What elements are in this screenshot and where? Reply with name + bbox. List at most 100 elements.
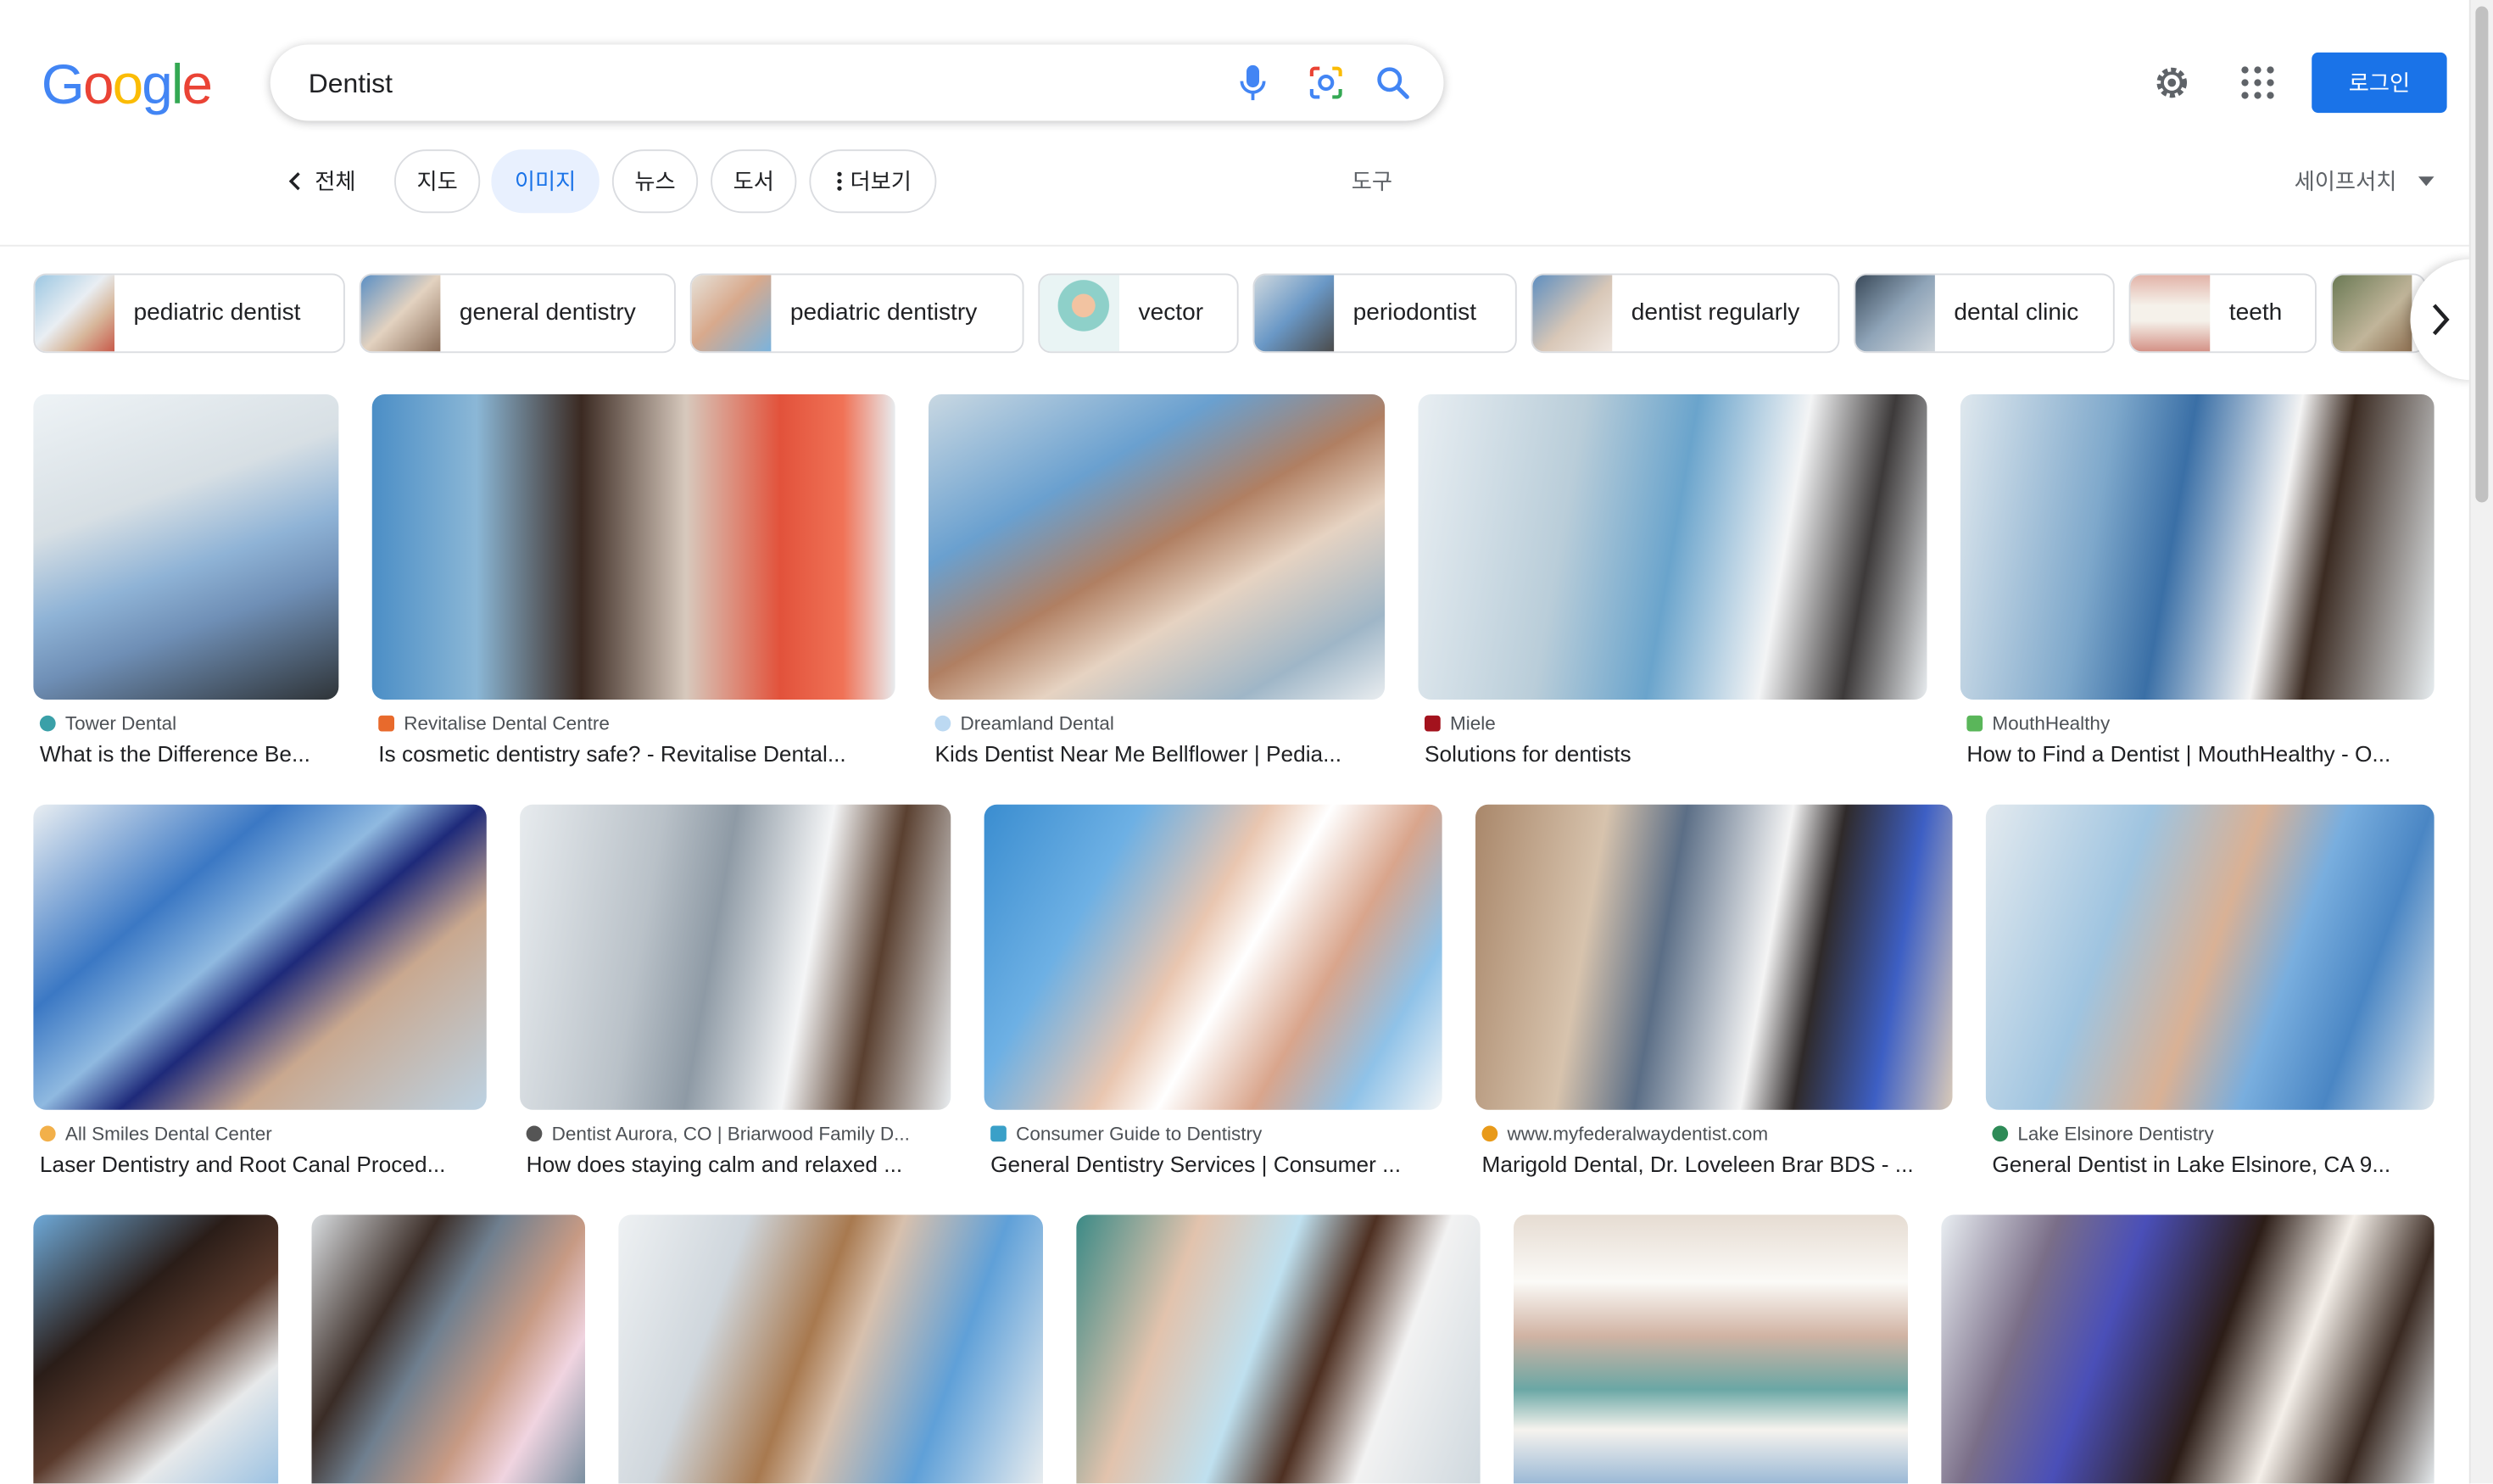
result-image[interactable] bbox=[1418, 394, 1927, 700]
settings-gear-icon[interactable] bbox=[2151, 62, 2193, 103]
logo-letter: o bbox=[82, 53, 114, 116]
chip-teeth[interactable]: teeth bbox=[2128, 273, 2317, 354]
chip-thumbnail bbox=[1855, 275, 1935, 352]
result-source[interactable]: Consumer Guide to Dentistry bbox=[990, 1123, 1262, 1145]
chip-label: dentist regularly bbox=[1631, 298, 1800, 326]
chip-label: pediatric dentist bbox=[133, 298, 301, 326]
chip-thumbnail bbox=[360, 275, 441, 352]
result-image[interactable] bbox=[33, 804, 487, 1110]
result-source[interactable]: Dreamland Dental bbox=[934, 712, 1114, 734]
login-button[interactable]: 로그인 bbox=[2312, 52, 2447, 114]
chip-dentist-regularly[interactable]: dentist regularly bbox=[1531, 273, 1840, 354]
tab-news[interactable]: 뉴스 bbox=[611, 149, 699, 214]
chip-periodontist[interactable]: periodontist bbox=[1252, 273, 1517, 354]
result-image[interactable] bbox=[33, 394, 339, 700]
result-source[interactable]: www.myfederalwaydentist.com bbox=[1481, 1123, 1768, 1145]
result-source[interactable]: Dentist Aurora, CO | Briarwood Family D.… bbox=[526, 1123, 910, 1145]
chevron-right-icon bbox=[2432, 304, 2450, 336]
google-logo[interactable]: Google bbox=[41, 53, 214, 118]
result-source[interactable]: Tower Dental bbox=[39, 712, 176, 734]
result-image[interactable] bbox=[1076, 1214, 1481, 1484]
favicon-icon bbox=[1425, 715, 1441, 732]
favicon-icon bbox=[1992, 1125, 2009, 1142]
tab-all[interactable]: 전체 bbox=[287, 149, 356, 213]
google-apps-icon[interactable] bbox=[2239, 64, 2277, 102]
result-title[interactable]: How to Find a Dentist | MouthHealthy - O… bbox=[1966, 741, 2434, 767]
favicon-icon bbox=[526, 1125, 543, 1142]
chip-label: vector bbox=[1138, 298, 1204, 326]
favicon-icon bbox=[990, 1125, 1007, 1142]
result-image[interactable] bbox=[33, 1214, 279, 1484]
result-title[interactable]: General Dentistry Services | Consumer ..… bbox=[990, 1152, 1442, 1177]
tab-images[interactable]: 이미지 bbox=[491, 149, 600, 214]
safesearch-button[interactable]: 세이프서치 bbox=[2295, 165, 2435, 198]
result-source[interactable]: All Smiles Dental Center bbox=[39, 1123, 272, 1145]
chip-thumbnail bbox=[35, 275, 114, 352]
chip-thumbnail bbox=[1254, 275, 1335, 352]
result-title[interactable]: General Dentist in Lake Elsinore, CA 9..… bbox=[1992, 1152, 2434, 1177]
result-image[interactable] bbox=[929, 394, 1386, 700]
result-title[interactable]: Kids Dentist Near Me Bellflower | Pedia.… bbox=[935, 741, 1386, 767]
chip-dental-clinic[interactable]: dental clinic bbox=[1854, 273, 2115, 354]
chip-thumbnail bbox=[1040, 275, 1119, 352]
chip-label: periodontist bbox=[1352, 298, 1477, 326]
chip-pediatric-dentist[interactable]: pediatric dentist bbox=[33, 273, 345, 354]
result-title[interactable]: Marigold Dental, Dr. Loveleen Brar BDS -… bbox=[1482, 1152, 1953, 1177]
result-image[interactable] bbox=[1960, 394, 2434, 700]
tab-all-label: 전체 bbox=[315, 168, 356, 194]
tab-books[interactable]: 도서 bbox=[711, 149, 797, 214]
chip-thumbnail bbox=[691, 275, 772, 352]
chip-pediatric-dentistry[interactable]: pediatric dentistry bbox=[689, 273, 1024, 354]
chip-label: pediatric dentistry bbox=[789, 298, 978, 326]
result-source[interactable]: Miele bbox=[1425, 712, 1496, 734]
result-image[interactable] bbox=[1985, 804, 2434, 1110]
search-input[interactable] bbox=[305, 44, 1202, 125]
result-image[interactable] bbox=[1475, 804, 1953, 1110]
chip-label: teeth bbox=[2228, 298, 2283, 326]
favicon-icon bbox=[934, 715, 951, 732]
header-divider bbox=[0, 244, 2473, 247]
result-title[interactable]: Laser Dentistry and Root Canal Proced... bbox=[40, 1152, 487, 1177]
chip-label: general dentistry bbox=[459, 298, 636, 326]
chip-thumbnail bbox=[1532, 275, 1613, 352]
chip-thumbnail bbox=[2130, 275, 2211, 352]
result-image[interactable] bbox=[1941, 1214, 2434, 1484]
chip-vector[interactable]: vector bbox=[1038, 273, 1239, 354]
result-image[interactable] bbox=[1514, 1214, 1908, 1484]
result-source[interactable]: MouthHealthy bbox=[1966, 712, 2110, 734]
chevron-left-icon bbox=[288, 172, 300, 191]
logo-letter: l bbox=[170, 53, 184, 116]
logo-letter: e bbox=[181, 53, 214, 116]
favicon-icon bbox=[39, 1125, 56, 1142]
chip-general-dentistry[interactable]: general dentistry bbox=[359, 273, 676, 354]
result-title[interactable]: Is cosmetic dentistry safe? - Revitalise… bbox=[378, 741, 895, 767]
caret-down-icon bbox=[2418, 176, 2435, 187]
favicon-icon bbox=[1966, 715, 1983, 732]
favicon-icon bbox=[378, 715, 394, 732]
logo-letter: G bbox=[41, 53, 85, 116]
result-image[interactable] bbox=[520, 804, 951, 1110]
logo-letter: g bbox=[142, 53, 173, 116]
result-title[interactable]: Solutions for dentists bbox=[1425, 741, 1927, 767]
voice-search-icon[interactable] bbox=[1234, 64, 1272, 102]
safesearch-label: 세이프서치 bbox=[2294, 168, 2397, 194]
result-source[interactable]: Revitalise Dental Centre bbox=[378, 712, 610, 734]
result-source[interactable]: Lake Elsinore Dentistry bbox=[1992, 1123, 2214, 1145]
tab-more[interactable]: 더보기 bbox=[809, 149, 937, 214]
result-image[interactable] bbox=[618, 1214, 1043, 1484]
scrollbar-thumb[interactable] bbox=[2475, 6, 2489, 503]
logo-letter: o bbox=[112, 53, 144, 116]
result-title[interactable]: How does staying calm and relaxed ... bbox=[527, 1152, 951, 1177]
google-lens-icon[interactable] bbox=[1307, 64, 1345, 102]
result-image[interactable] bbox=[311, 1214, 585, 1484]
favicon-icon bbox=[1481, 1125, 1498, 1142]
result-title[interactable]: What is the Difference Be... bbox=[40, 741, 339, 767]
search-icon[interactable] bbox=[1374, 64, 1412, 102]
favicon-icon bbox=[39, 715, 56, 732]
result-image[interactable] bbox=[984, 804, 1442, 1110]
tab-more-label: 더보기 bbox=[850, 168, 912, 194]
tools-button[interactable]: 도구 bbox=[1352, 165, 1392, 198]
result-image[interactable] bbox=[371, 394, 895, 700]
tab-maps[interactable]: 지도 bbox=[394, 149, 481, 214]
search-box bbox=[270, 44, 1444, 125]
